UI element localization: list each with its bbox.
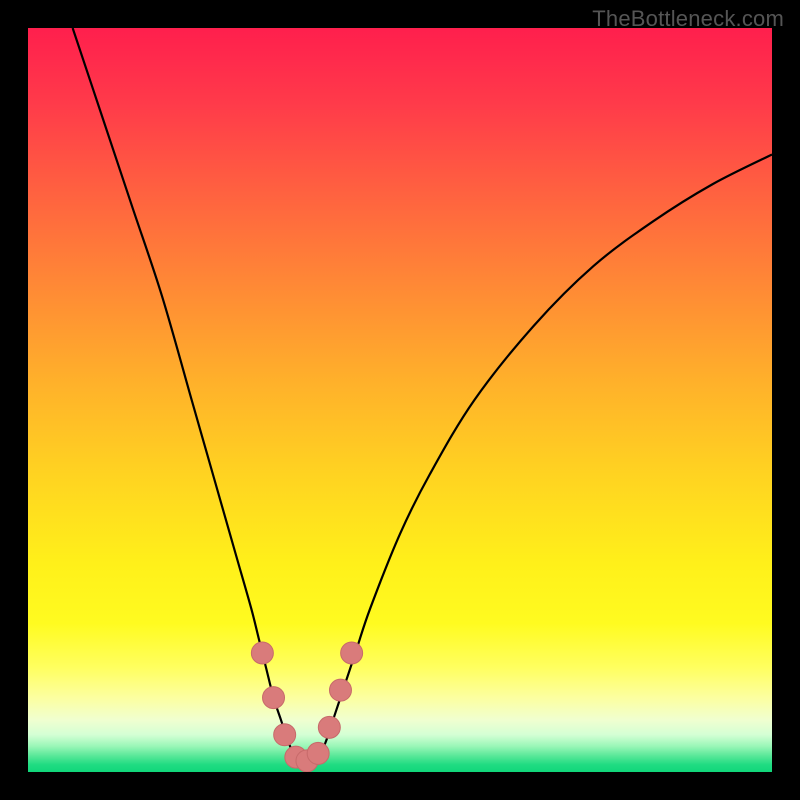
marker-dot [263, 687, 285, 709]
marker-dot [307, 742, 329, 764]
marker-dot [318, 716, 340, 738]
bottleneck-chart [28, 28, 772, 772]
marker-dot [274, 724, 296, 746]
plot-area [28, 28, 772, 772]
marker-dot [251, 642, 273, 664]
outer-frame: TheBottleneck.com [0, 0, 800, 800]
gradient-background [28, 28, 772, 772]
marker-dot [329, 679, 351, 701]
marker-dot [341, 642, 363, 664]
